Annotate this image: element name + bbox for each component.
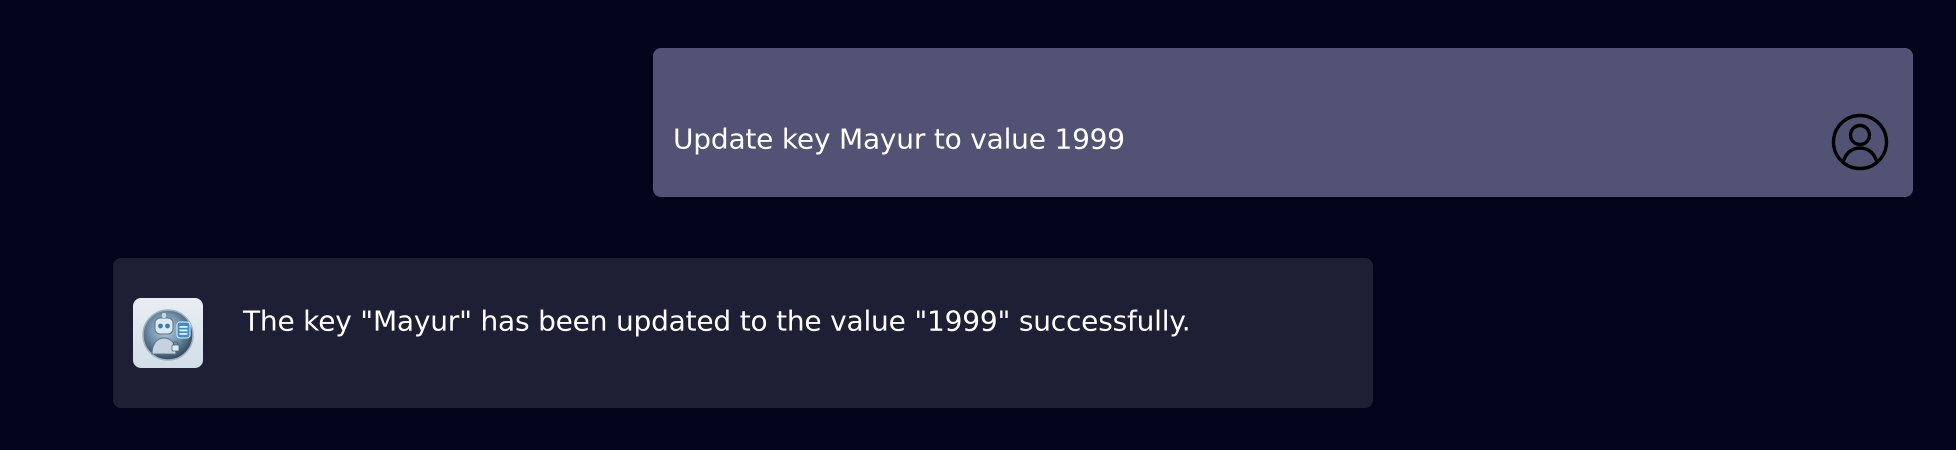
user-circle-icon [1831,113,1889,171]
assistant-message: The key "Mayur" has been updated to the … [113,258,1373,408]
user-message-text: Update key Mayur to value 1999 [673,122,1125,156]
user-message: Update key Mayur to value 1999 [653,48,1913,197]
chat-area: Update key Mayur to value 1999 The key "… [0,0,1956,450]
robot-avatar-icon [133,298,203,368]
assistant-message-text: The key "Mayur" has been updated to the … [243,304,1191,338]
